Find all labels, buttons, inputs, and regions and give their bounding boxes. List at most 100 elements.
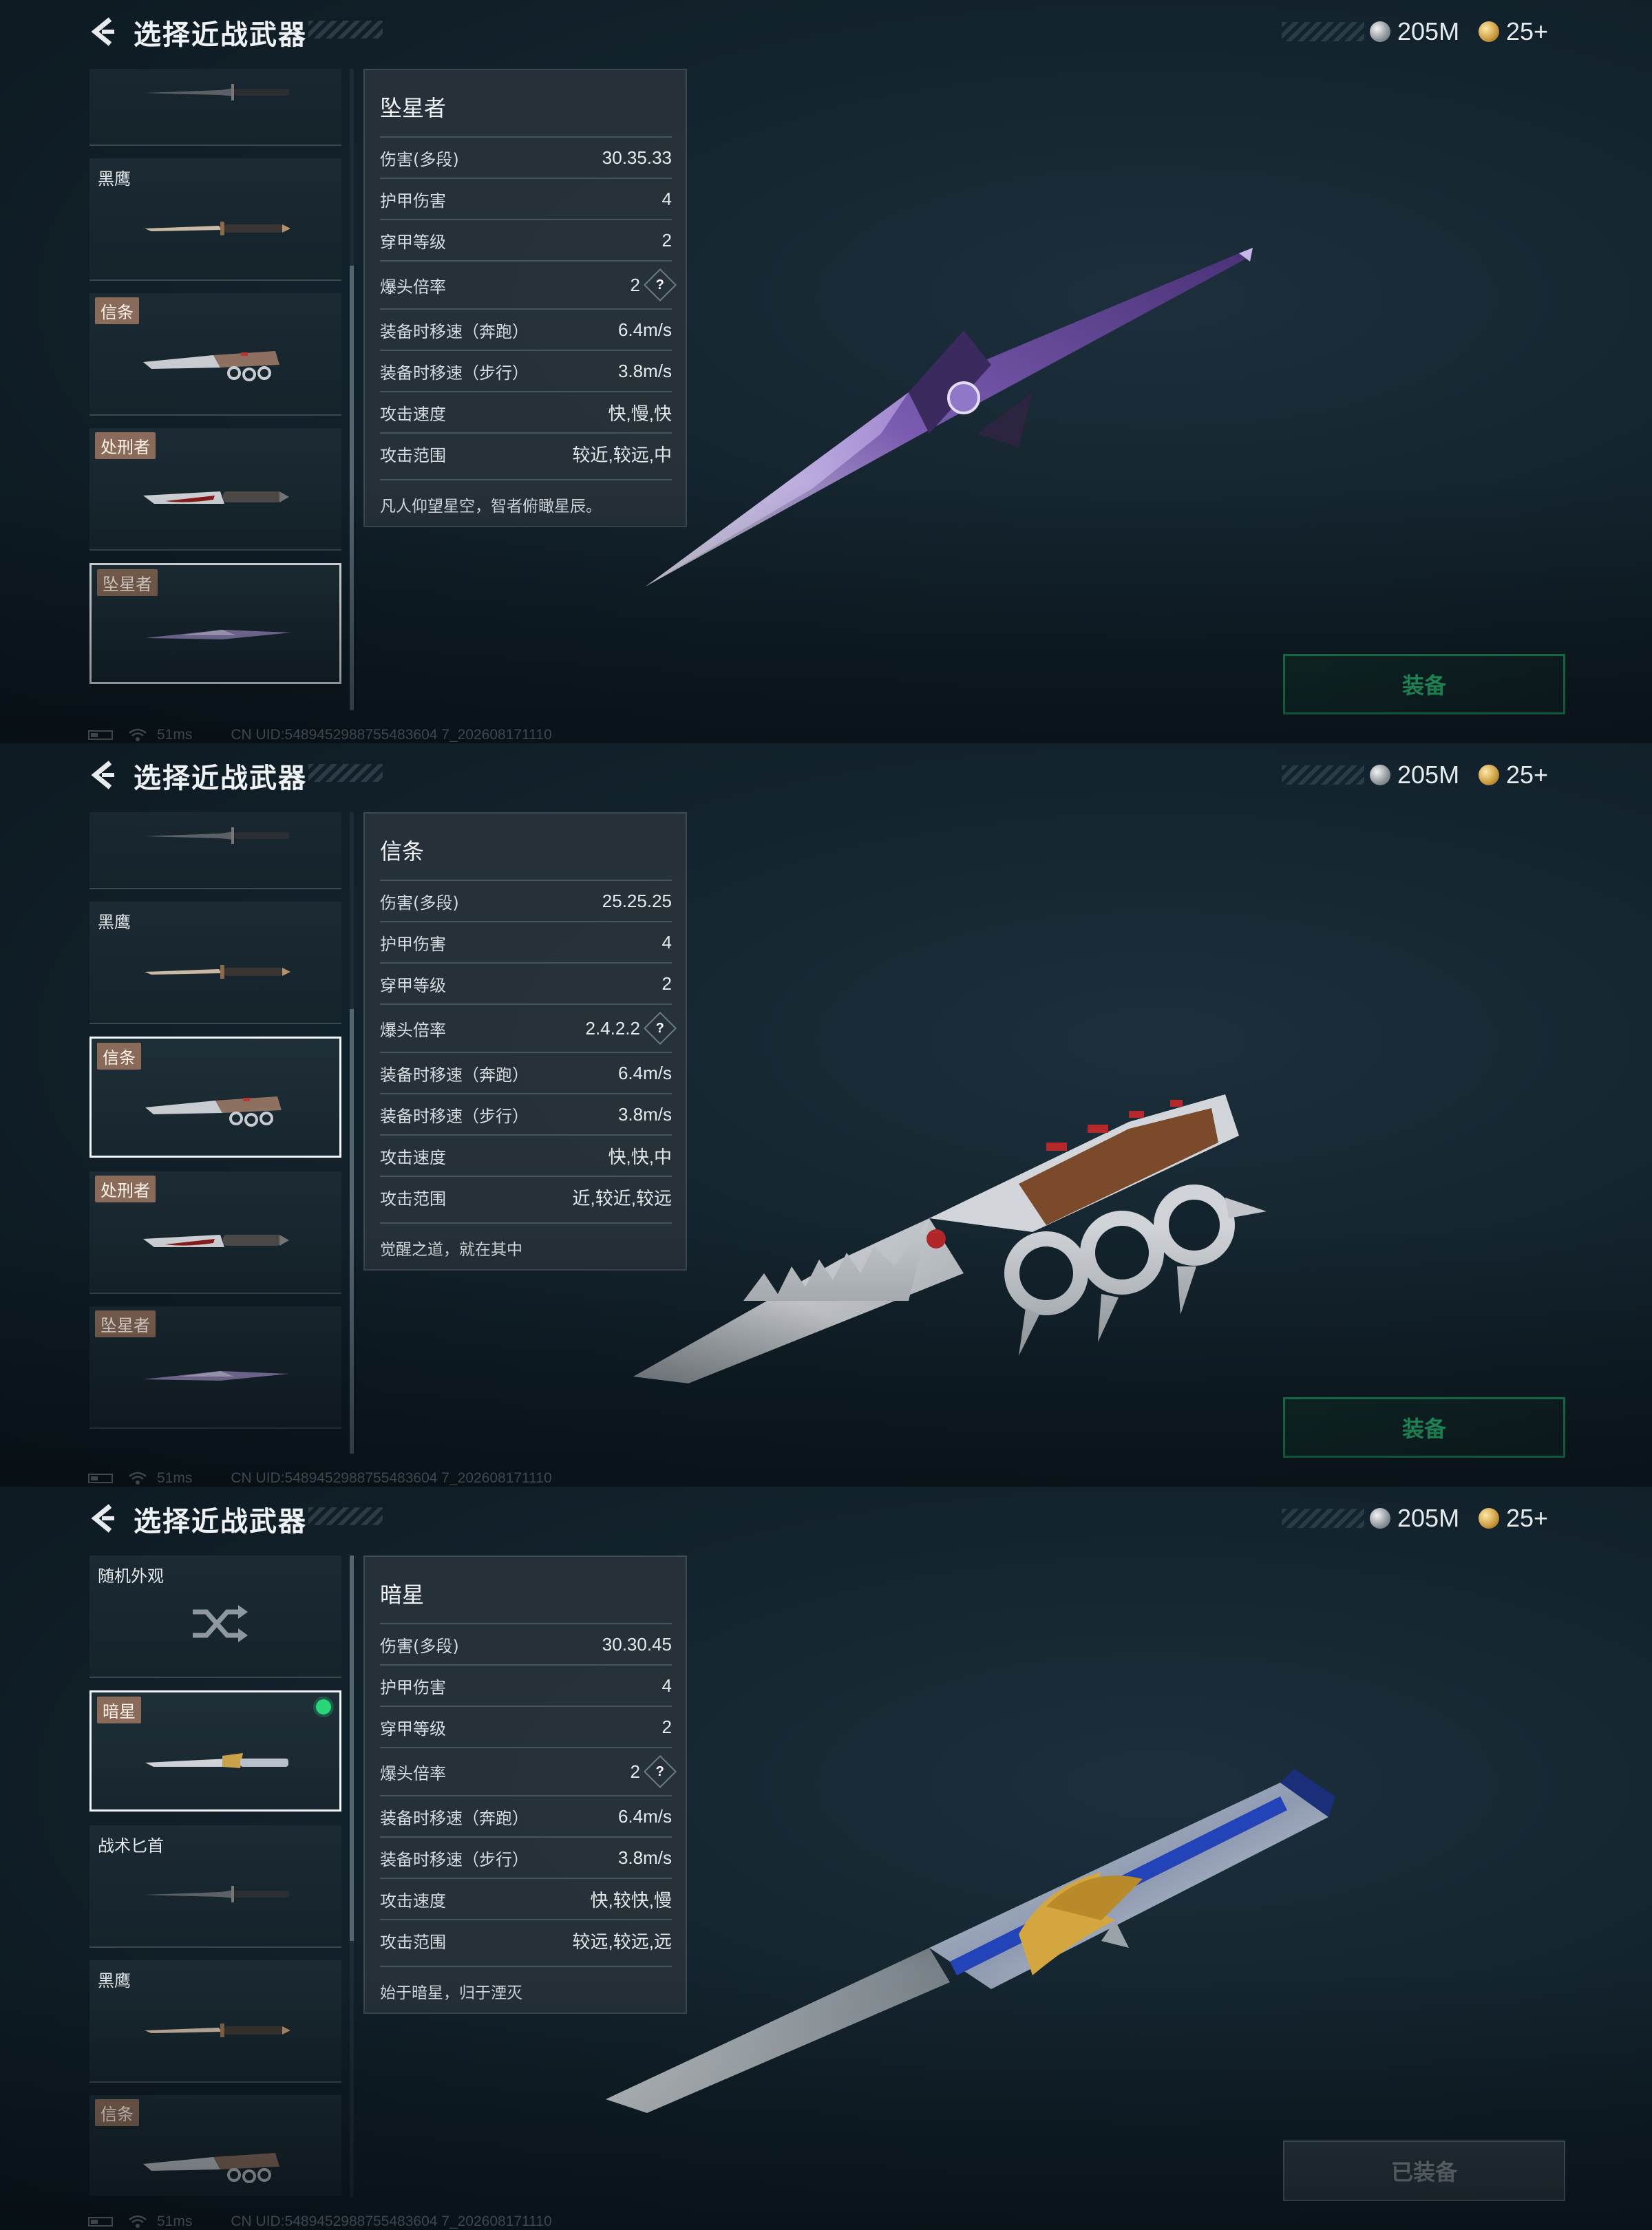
- ping-value: 51ms: [157, 1470, 193, 1486]
- gold-coin-icon: [1479, 765, 1499, 785]
- list-item-starfall[interactable]: 坠星者: [89, 1306, 341, 1429]
- stat-label: 伤害(多段): [380, 1636, 459, 1656]
- stat-label: 爆头倍率: [380, 1763, 446, 1783]
- list-item-executioner[interactable]: 处刑者: [89, 428, 341, 551]
- stat-label: 装备时移速（步行）: [380, 1106, 529, 1126]
- uid-text: CN UID:5489452988755483604 7_20260817111…: [231, 727, 552, 743]
- item-tag: 信条: [95, 2099, 139, 2126]
- list-item-blackhawk[interactable]: 黑鹰: [89, 1960, 341, 2083]
- title-decoration: [308, 1507, 383, 1525]
- list-item-darkstar[interactable]: 暗星: [89, 1690, 341, 1812]
- gold-coin-icon: [1479, 1508, 1499, 1529]
- stat-label: 穿甲等级: [380, 975, 446, 995]
- silver-amount: 205M: [1397, 1504, 1460, 1532]
- item-name: 黑鹰: [98, 1971, 131, 1990]
- currency-decoration: [1282, 1509, 1364, 1528]
- silver-coin-icon: [1370, 21, 1390, 42]
- list-item-creed[interactable]: 信条: [89, 2095, 341, 2196]
- weapon-name: 暗星: [380, 1582, 425, 1608]
- tactical-dagger-icon: [145, 827, 289, 844]
- list-item-creed[interactable]: 信条: [89, 293, 341, 416]
- stat-label: 穿甲等级: [380, 1719, 446, 1739]
- tactical-dagger-icon: [145, 84, 289, 100]
- creed-knuckle-knife-preview-image: [633, 1094, 1267, 1383]
- weapon-name: 坠星者: [380, 95, 447, 121]
- scroll-thumb[interactable]: [350, 266, 354, 710]
- item-tag: 信条: [97, 1043, 141, 1070]
- darkstar-blade-icon: [145, 1753, 288, 1768]
- weapon-select-screen-starfall: 选择近战武器 205M 25+ 黑鹰 信条 处刑者 坠星者 坠星者 伤害(多段)…: [0, 0, 1652, 743]
- status-footer: 51ms CN UID:5489452988755483604 7_202608…: [88, 2213, 552, 2230]
- stat-label: 攻击范围: [380, 1932, 446, 1952]
- creed-knuckle-knife-icon: [143, 2153, 279, 2183]
- stat-value: 4: [661, 931, 672, 953]
- gold-currency: 25+: [1479, 1502, 1548, 1535]
- list-item-blackhawk[interactable]: 黑鹰: [89, 902, 341, 1024]
- list-scrollbar[interactable]: [350, 69, 354, 710]
- gold-amount: 25+: [1506, 761, 1549, 789]
- scroll-thumb[interactable]: [350, 1009, 354, 1454]
- stat-label: 装备时移速（奔跑）: [380, 1065, 529, 1085]
- stat-label: 爆头倍率: [380, 277, 446, 297]
- list-item-creed[interactable]: 信条: [89, 1037, 341, 1158]
- battery-icon: [88, 2217, 113, 2227]
- page-title: 选择近战武器: [134, 1506, 307, 1538]
- stat-label: 攻击速度: [380, 1147, 446, 1167]
- weapon-list[interactable]: 黑鹰 信条 处刑者 坠星者: [89, 69, 341, 709]
- silver-currency: 205M: [1370, 758, 1459, 792]
- gold-amount: 25+: [1506, 1504, 1549, 1532]
- title-decoration: [308, 21, 383, 39]
- list-scrollbar[interactable]: [350, 812, 354, 1454]
- back-arrow-icon[interactable]: [87, 15, 120, 48]
- currency-decoration: [1282, 22, 1364, 41]
- creed-knuckle-knife-icon: [145, 1096, 282, 1127]
- weapon-name: 信条: [380, 838, 425, 864]
- list-item-starfall[interactable]: 坠星者: [89, 563, 341, 684]
- stat-row: 伤害(多段) 25.25.25: [380, 880, 672, 921]
- silver-amount: 205M: [1397, 761, 1460, 789]
- item-name: 黑鹰: [98, 169, 131, 189]
- list-scrollbar[interactable]: [350, 1555, 354, 2197]
- stat-label: 攻击速度: [380, 404, 446, 424]
- item-tag: 处刑者: [95, 1176, 156, 1202]
- list-item-tactical-dagger[interactable]: [89, 69, 341, 146]
- weapon-list[interactable]: 随机外观 暗星 战术匕首 黑鹰 信条: [89, 1555, 341, 2196]
- stat-value: 30.35.33: [602, 147, 672, 168]
- item-name: 黑鹰: [98, 913, 131, 932]
- list-item-tactical-dagger[interactable]: [89, 812, 341, 889]
- item-tag: 处刑者: [95, 432, 156, 459]
- stat-label: 装备时移速（步行）: [380, 363, 529, 383]
- title-decoration: [308, 764, 383, 782]
- blackhawk-knife-icon: [145, 2024, 290, 2037]
- list-item-blackhawk[interactable]: 黑鹰: [89, 158, 341, 281]
- gold-currency: 25+: [1479, 15, 1548, 48]
- starfall-blade-icon: [145, 630, 291, 639]
- shuffle-icon: [193, 1605, 248, 1642]
- list-item-tactical-dagger[interactable]: 战术匕首: [89, 1825, 341, 1948]
- starfall-blade-preview-image: [646, 248, 1253, 586]
- currency-decoration: [1282, 765, 1364, 785]
- stat-row: 伤害(多段) 30.35.33: [380, 136, 672, 178]
- back-arrow-icon[interactable]: [87, 758, 120, 792]
- stat-label: 护甲伤害: [380, 191, 446, 211]
- scroll-thumb[interactable]: [350, 1555, 354, 1941]
- executioner-knife-icon: [143, 1235, 289, 1247]
- list-item-random-skin[interactable]: 随机外观: [89, 1555, 341, 1678]
- wifi-icon: [129, 1472, 147, 1485]
- silver-currency: 205M: [1370, 1502, 1459, 1535]
- silver-coin-icon: [1370, 765, 1390, 785]
- list-item-executioner[interactable]: 处刑者: [89, 1171, 341, 1294]
- uid-text: CN UID:5489452988755483604 7_20260817111…: [231, 1470, 552, 1486]
- back-arrow-icon[interactable]: [87, 1502, 120, 1535]
- starfall-blade-icon: [143, 1371, 289, 1381]
- equip-button[interactable]: 装备: [1283, 654, 1565, 714]
- uid-text: CN UID:5489452988755483604 7_20260817111…: [231, 2213, 552, 2229]
- stat-label: 爆头倍率: [380, 1020, 446, 1040]
- item-name: 战术匕首: [98, 1836, 164, 1856]
- weapon-list[interactable]: 黑鹰 信条 处刑者 坠星者: [89, 812, 341, 1452]
- page-title: 选择近战武器: [134, 19, 307, 51]
- stat-row: 伤害(多段) 30.30.45: [380, 1623, 672, 1664]
- equip-button[interactable]: 装备: [1283, 1397, 1565, 1458]
- blackhawk-knife-icon: [145, 965, 290, 979]
- equipped-button[interactable]: 已装备: [1283, 2141, 1565, 2201]
